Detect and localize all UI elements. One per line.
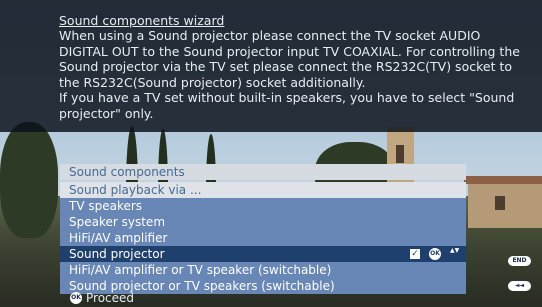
house-window <box>495 196 505 210</box>
tower-window <box>396 145 404 163</box>
description-text: When using a Sound projector please conn… <box>59 28 529 122</box>
back-button[interactable]: ◄◄ <box>508 281 531 291</box>
proceed-hint[interactable]: OK Proceed <box>70 291 134 305</box>
option-label: Sound projector <box>69 247 165 261</box>
option-hifi-av-amplifier[interactable]: HiFi/AV amplifier <box>60 230 466 246</box>
option-sound-projector[interactable]: Sound projector ✓ OK ▲▼ <box>60 246 466 262</box>
option-tv-speakers[interactable]: TV speakers <box>60 198 466 214</box>
option-label: HiFi/AV amplifier <box>69 231 168 245</box>
option-label: HiFi/AV amplifier or TV speaker (switcha… <box>69 263 332 277</box>
description-line-1: When using a Sound projector please conn… <box>59 28 520 90</box>
end-button[interactable]: END <box>508 256 531 266</box>
description-panel: Sound components wizard When using a Sou… <box>0 0 542 132</box>
menu-heading: Sound components <box>60 164 466 180</box>
ok-button-icon: OK <box>70 292 82 304</box>
sound-components-menu: Sound components Sound playback via ... … <box>60 164 466 294</box>
tree-left <box>0 122 58 238</box>
proceed-label: Proceed <box>86 291 135 305</box>
roof <box>464 176 542 184</box>
selected-option-controls: ✓ OK ▲▼ <box>410 247 459 261</box>
option-label: Speaker system <box>69 215 166 229</box>
ok-icon[interactable]: OK <box>429 248 441 260</box>
sound-playback-options: TV speakers Speaker system HiFi/AV ampli… <box>60 198 466 294</box>
option-hifi-or-tv-speaker-switchable[interactable]: HiFi/AV amplifier or TV speaker (switcha… <box>60 262 466 278</box>
description-line-2: If you have a TV set without built-in sp… <box>59 90 515 121</box>
checked-icon[interactable]: ✓ <box>410 249 420 259</box>
option-speaker-system[interactable]: Speaker system <box>60 214 466 230</box>
wizard-title: Sound components wizard <box>59 13 225 28</box>
house <box>468 182 542 228</box>
option-label: TV speakers <box>69 199 143 213</box>
up-down-icon[interactable]: ▲▼ <box>450 247 459 261</box>
menu-subheading: Sound playback via ... <box>60 182 466 198</box>
tv-screen: Sound components wizard When using a Sou… <box>0 0 542 307</box>
